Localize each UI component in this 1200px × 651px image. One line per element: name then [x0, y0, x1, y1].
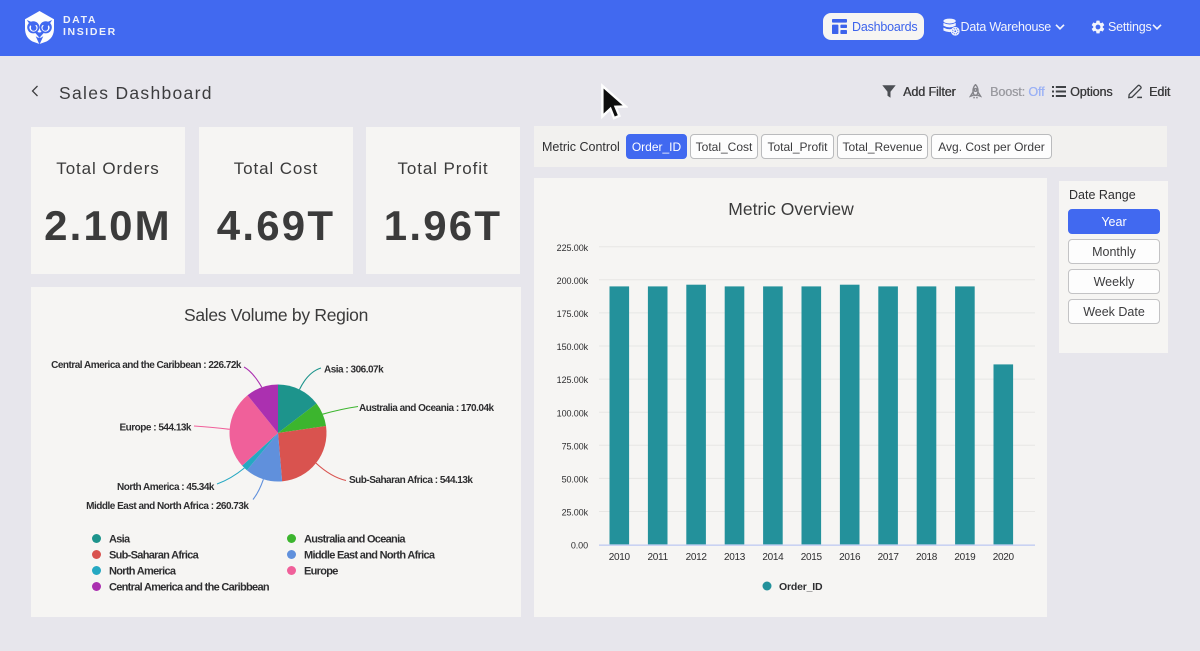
svg-text:Asia : 306.07k: Asia : 306.07k — [324, 365, 384, 376]
svg-text:North America: North America — [109, 566, 177, 578]
svg-text:2017: 2017 — [878, 552, 900, 563]
svg-text:2010: 2010 — [609, 552, 631, 563]
svg-text:125.00k: 125.00k — [557, 375, 589, 385]
svg-text:Sub-Saharan Africa : 544.13k: Sub-Saharan Africa : 544.13k — [349, 475, 473, 486]
svg-text:175.00k: 175.00k — [557, 309, 589, 319]
svg-text:Order_ID: Order_ID — [779, 581, 823, 593]
svg-text:2020: 2020 — [993, 552, 1015, 563]
svg-text:Sales Volume by Region: Sales Volume by Region — [184, 305, 368, 325]
svg-text:2019: 2019 — [954, 552, 976, 563]
svg-text:50.00k: 50.00k — [562, 475, 589, 485]
svg-text:Asia: Asia — [109, 534, 131, 546]
svg-text:100.00k: 100.00k — [557, 408, 589, 418]
svg-text:0.00: 0.00 — [571, 541, 588, 551]
svg-text:Europe : 544.13k: Europe : 544.13k — [120, 423, 192, 434]
svg-text:Middle East and North Africa :: Middle East and North Africa : 260.73k — [86, 501, 249, 512]
svg-text:Central America and the Caribb: Central America and the Caribbean — [109, 582, 270, 594]
svg-text:Australia and Oceania : 170.04: Australia and Oceania : 170.04k — [359, 403, 495, 414]
svg-text:Sub-Saharan Africa: Sub-Saharan Africa — [109, 550, 200, 562]
svg-text:North America : 45.34k: North America : 45.34k — [117, 482, 215, 493]
svg-text:Middle East and North Africa: Middle East and North Africa — [304, 550, 436, 562]
svg-text:2014: 2014 — [762, 552, 784, 563]
svg-text:2016: 2016 — [839, 552, 861, 563]
svg-text:2018: 2018 — [916, 552, 938, 563]
svg-text:Metric Overview: Metric Overview — [728, 199, 854, 219]
svg-text:2012: 2012 — [686, 552, 708, 563]
svg-text:2015: 2015 — [801, 552, 823, 563]
svg-text:150.00k: 150.00k — [557, 342, 589, 352]
svg-text:Australia and Oceania: Australia and Oceania — [304, 534, 406, 546]
svg-text:75.00k: 75.00k — [562, 441, 589, 451]
svg-text:Central America and the Caribb: Central America and the Caribbean : 226.… — [51, 360, 242, 371]
svg-text:200.00k: 200.00k — [557, 276, 589, 286]
svg-text:2013: 2013 — [724, 552, 746, 563]
svg-text:25.00k: 25.00k — [562, 508, 589, 518]
svg-text:2011: 2011 — [648, 552, 669, 563]
svg-text:225.00k: 225.00k — [557, 243, 589, 253]
svg-text:Europe: Europe — [304, 566, 338, 578]
